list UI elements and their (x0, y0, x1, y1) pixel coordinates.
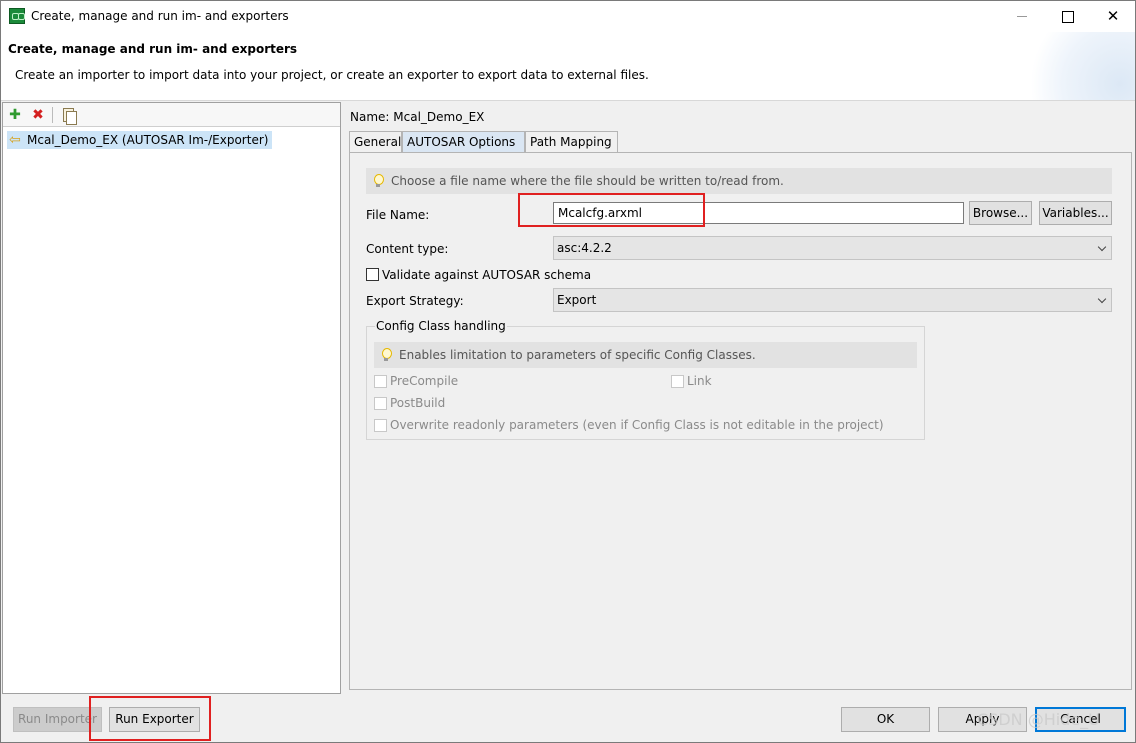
config-class-group: Config Class handling Enables limitation… (366, 319, 925, 440)
exporter-list-panel: ✚ ✖ ⇦ Mcal_Demo_EX (AUTOSAR Im-/Exporter… (2, 102, 341, 694)
banner-description: Create an importer to import data into y… (15, 68, 649, 82)
export-strategy-value: Export (557, 293, 597, 307)
file-name-hint: Choose a file name where the file should… (366, 168, 1112, 194)
ok-button[interactable]: OK (841, 707, 930, 732)
validate-label: Validate against AUTOSAR schema (382, 268, 592, 282)
name-row: Name: Mcal_Demo_EX (350, 110, 484, 124)
dialog-window: Create, manage and run im- and exporters… (0, 0, 1136, 743)
content-type-label: Content type: (366, 242, 449, 256)
autosar-options-panel: Choose a file name where the file should… (349, 152, 1132, 690)
tab-general[interactable]: General (349, 131, 402, 153)
export-strategy-select[interactable]: Export (553, 288, 1112, 312)
app-logo-icon (9, 8, 25, 24)
banner-title: Create, manage and run im- and exporters (8, 42, 298, 56)
postbuild-label: PostBuild (390, 396, 446, 410)
highlight-box (89, 696, 211, 741)
list-item-label: Mcal_Demo_EX (AUTOSAR Im-/Exporter) (27, 133, 269, 147)
overwrite-checkbox[interactable] (374, 419, 387, 432)
config-class-hint: Enables limitation to parameters of spec… (374, 342, 917, 368)
file-name-label: File Name: (366, 208, 430, 222)
copy-icon[interactable] (59, 106, 77, 125)
chevron-down-icon (1097, 242, 1107, 252)
add-icon[interactable]: ✚ (6, 106, 24, 124)
import-arrow-icon: ⇦ (9, 132, 21, 148)
list-item[interactable]: ⇦ Mcal_Demo_EX (AUTOSAR Im-/Exporter) (7, 131, 273, 149)
banner-decoration (1015, 32, 1135, 100)
tab-autosar-options[interactable]: AUTOSAR Options (402, 131, 525, 153)
browse-button[interactable]: Browse... (969, 201, 1032, 225)
tab-path-mapping[interactable]: Path Mapping (525, 131, 618, 153)
watermark: CSDN @Hide_U (977, 710, 1100, 729)
hint-text: Enables limitation to parameters of spec… (399, 348, 756, 362)
content-type-select[interactable]: asc:4.2.2 (553, 236, 1112, 260)
chevron-down-icon (1097, 294, 1107, 304)
overwrite-label: Overwrite readonly parameters (even if C… (390, 418, 884, 432)
lightbulb-icon (372, 173, 384, 189)
minimize-button[interactable] (999, 1, 1045, 32)
link-checkbox[interactable] (671, 375, 684, 388)
precompile-checkbox[interactable] (374, 375, 387, 388)
link-label: Link (687, 374, 712, 388)
export-strategy-label: Export Strategy: (366, 294, 464, 308)
close-button[interactable]: ✕ (1090, 1, 1136, 32)
validate-checkbox[interactable] (366, 268, 379, 281)
precompile-label: PreCompile (390, 374, 459, 388)
name-value: Mcal_Demo_EX (393, 110, 485, 124)
title-bar: Create, manage and run im- and exporters… (1, 1, 1135, 32)
hint-text: Choose a file name where the file should… (391, 174, 784, 188)
content-type-value: asc:4.2.2 (557, 241, 612, 255)
group-title: Config Class handling (375, 319, 507, 333)
header-banner: Create, manage and run im- and exporters… (1, 32, 1135, 101)
delete-icon[interactable]: ✖ (29, 106, 47, 124)
variables-button[interactable]: Variables... (1039, 201, 1112, 225)
name-label: Name: (350, 110, 390, 124)
window-title: Create, manage and run im- and exporters (31, 9, 289, 23)
postbuild-checkbox[interactable] (374, 397, 387, 410)
lightbulb-icon (380, 347, 392, 363)
maximize-button[interactable] (1044, 1, 1090, 32)
highlight-box (518, 193, 705, 227)
toolbar-separator (52, 107, 53, 123)
list-toolbar: ✚ ✖ (3, 103, 340, 127)
